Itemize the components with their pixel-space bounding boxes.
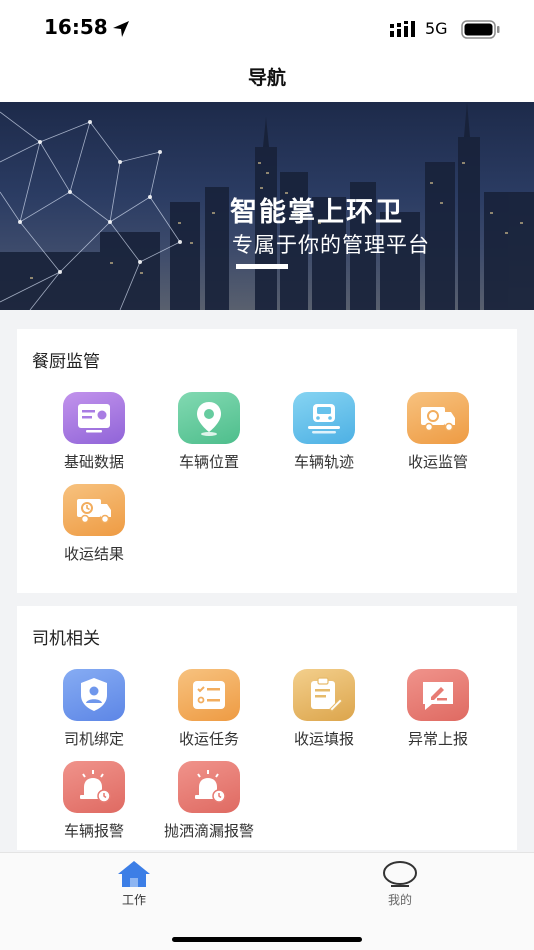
menu-item-collection-fill[interactable]: 收运填报 [267, 669, 381, 749]
status-time: 16:58 [44, 15, 108, 39]
menu-item-vehicle-alarm[interactable]: 车辆报警 [37, 761, 151, 841]
menu-item-label: 车辆报警 [63, 822, 124, 840]
menu-item-label: 收运结果 [63, 545, 124, 563]
menu-item-label: 司机绑定 [63, 730, 124, 748]
menu-item-exception-report[interactable]: 异常上报 [381, 669, 495, 749]
menu-item-label: 抛洒滴漏报警 [163, 822, 254, 840]
signal-icon [390, 21, 415, 37]
banner-underline [236, 264, 288, 269]
menu-item-label: 收运监管 [407, 453, 468, 471]
section-title: 司机相关 [32, 629, 100, 649]
recycle-truck-icon [421, 407, 455, 432]
section-driver-related: 司机相关 司机绑定 收运任务 收运填报 异常上报 车辆报警 抛洒滴漏报警 [17, 606, 517, 850]
battery-icon [461, 20, 500, 39]
alarm-siren-icon [195, 770, 226, 803]
page-title: 导航 [247, 67, 286, 89]
banner[interactable]: 智能掌上环卫 专属于你的管理平台 [0, 102, 534, 310]
menu-item-collection-supervision[interactable]: 收运监管 [381, 392, 495, 472]
clipboard-edit-icon [311, 677, 343, 712]
location-pin-icon [197, 402, 221, 436]
menu-item-label: 收运填报 [293, 730, 354, 748]
clock-truck-icon [77, 499, 111, 524]
alarm-siren-icon [80, 770, 111, 803]
menu-item-label: 收运任务 [178, 730, 239, 748]
profile-icon [383, 861, 417, 887]
report-chat-icon [423, 682, 453, 710]
location-arrow-icon [113, 21, 129, 37]
home-icon [118, 861, 150, 887]
vehicle-track-icon [308, 404, 340, 434]
tab-label: 我的 [387, 893, 412, 907]
tab-label: 工作 [121, 893, 146, 907]
banner-subtitle: 专属于你的管理平台 [232, 233, 430, 257]
home-indicator [172, 937, 362, 942]
nav-bar: 导航 [0, 58, 534, 102]
status-bar: 16:58 5G [0, 0, 534, 58]
menu-item-vehicle-location[interactable]: 车辆位置 [152, 392, 266, 472]
menu-item-spill-leak-alarm[interactable]: 抛洒滴漏报警 [152, 761, 266, 841]
menu-item-collection-result[interactable]: 收运结果 [37, 484, 151, 564]
task-list-icon [193, 681, 225, 709]
section-kitchen-supervision: 餐厨监管 基础数据 车辆位置 车辆轨迹 收运监管 收运结果 [17, 329, 517, 593]
menu-item-vehicle-track[interactable]: 车辆轨迹 [267, 392, 381, 472]
tab-bar: 工作 我的 [0, 852, 534, 950]
menu-item-label: 异常上报 [407, 730, 468, 748]
menu-item-label: 基础数据 [63, 453, 124, 471]
menu-item-label: 车辆位置 [178, 453, 239, 471]
tab-mine[interactable]: 我的 [340, 853, 460, 908]
banner-title: 智能掌上环卫 [230, 197, 404, 228]
tab-work[interactable]: 工作 [74, 853, 194, 908]
menu-item-collection-task[interactable]: 收运任务 [152, 669, 266, 749]
menu-item-basic-data[interactable]: 基础数据 [37, 392, 151, 472]
section-title: 餐厨监管 [32, 352, 100, 372]
network-type: 5G [425, 19, 448, 38]
data-card-icon [78, 404, 110, 433]
menu-item-label: 车辆轨迹 [293, 453, 354, 471]
driver-shield-icon [81, 678, 107, 711]
menu-item-driver-binding[interactable]: 司机绑定 [37, 669, 151, 749]
